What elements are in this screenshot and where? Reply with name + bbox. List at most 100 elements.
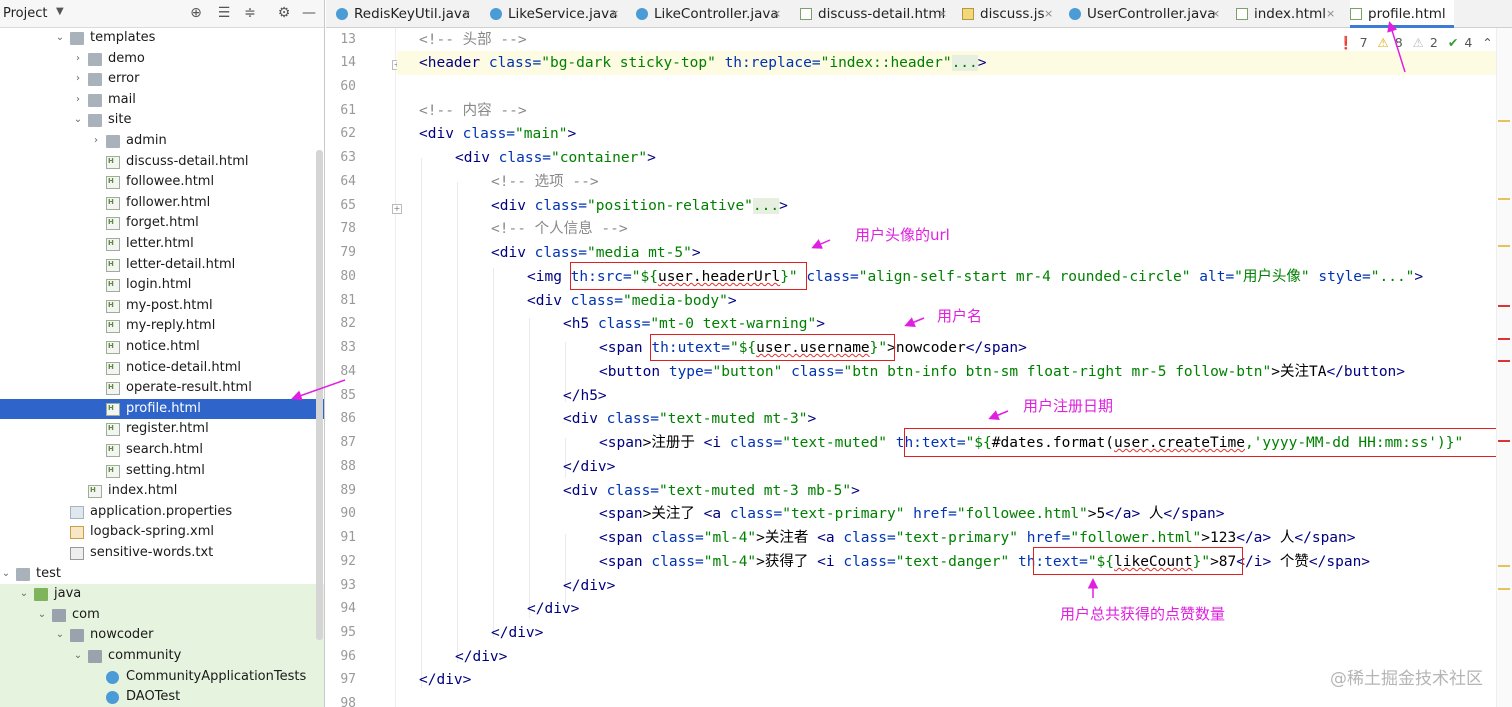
tree-item-login-html[interactable]: Hlogin.html — [0, 275, 324, 296]
tab-likeservice-java[interactable]: LikeService.java × — [490, 0, 624, 28]
code-line-88: </div> — [563, 459, 616, 475]
chevron-down-icon[interactable]: ⌄ — [0, 564, 12, 585]
chevron-right-icon[interactable]: › — [90, 131, 102, 152]
warning-icon: ⚠ — [1377, 35, 1389, 50]
chevron-down-icon[interactable]: ⌄ — [18, 584, 30, 605]
error-marker[interactable] — [1498, 338, 1510, 340]
tree-item-index-html[interactable]: Hindex.html — [0, 481, 324, 502]
html-file-icon: H — [106, 217, 120, 231]
warning-marker[interactable] — [1498, 120, 1510, 122]
close-icon[interactable]: × — [772, 0, 781, 28]
chevron-down-icon[interactable]: ⌄ — [54, 625, 66, 646]
chevron-down-icon[interactable]: ⌄ — [72, 646, 84, 667]
code-editor[interactable]: <!-- 头部 --> <header class="bg-dark stick… — [397, 28, 1497, 707]
warning-marker[interactable] — [1498, 588, 1510, 590]
html-file-icon: H — [106, 341, 120, 354]
tree-item-profile-html[interactable]: Hprofile.html — [0, 398, 324, 420]
tree-item-letter-html[interactable]: Hletter.html — [0, 234, 324, 255]
tree-item-discuss-detail-html[interactable]: Hdiscuss-detail.html — [0, 152, 324, 173]
tree-item-register-html[interactable]: Hregister.html — [0, 419, 324, 440]
folder-icon — [88, 93, 102, 107]
tab-profile-html[interactable]: profile.html — [1350, 0, 1454, 28]
tree-item-label: search.html — [126, 442, 203, 457]
tree-item-search-html[interactable]: Hsearch.html — [0, 440, 324, 461]
tree-item-site[interactable]: ⌄ site — [0, 110, 324, 131]
tree-item-my-reply-html[interactable]: Hmy-reply.html — [0, 316, 324, 337]
tree-item-label: nowcoder — [90, 627, 154, 643]
close-icon[interactable]: × — [1326, 0, 1335, 28]
tab-likecontroller-java[interactable]: LikeController.java × — [636, 0, 786, 28]
close-icon[interactable]: × — [610, 0, 619, 28]
chevron-down-icon[interactable]: ⌄ — [36, 605, 48, 626]
highlight-box-create-time — [904, 428, 1497, 457]
tree-item-nowcoder[interactable]: ⌄ nowcoder — [0, 625, 324, 646]
editor-scrollbar[interactable] — [1496, 28, 1512, 707]
chevron-right-icon[interactable]: › — [72, 90, 84, 111]
tree-item-sensitive-words-txt[interactable]: sensitive-words.txt — [0, 543, 324, 564]
expand-all-icon[interactable]: ☰ — [215, 4, 233, 22]
error-marker[interactable] — [1498, 440, 1510, 442]
tree-item-admin[interactable]: › admin — [0, 131, 324, 152]
tab-rediskeyutil-java[interactable]: RedisKeyUtil.java × — [336, 0, 476, 28]
tab-usercontroller-java[interactable]: UserController.java × — [1069, 0, 1225, 28]
close-icon[interactable]: × — [1044, 0, 1053, 28]
tree-item-mail[interactable]: › mail — [0, 90, 324, 111]
error-marker[interactable] — [1498, 305, 1510, 307]
tree-item-setting-html[interactable]: Hsetting.html — [0, 461, 324, 482]
code-line-92: <span class="ml-4">获得了 <i class="text-da… — [599, 554, 1371, 570]
warning-marker[interactable] — [1498, 245, 1510, 247]
annotation-avatar-url: 用户头像的url — [855, 226, 950, 244]
chevron-right-icon[interactable]: › — [72, 69, 84, 90]
tree-item-notice-detail-html[interactable]: Hnotice-detail.html — [0, 358, 324, 379]
js-file-icon — [962, 8, 974, 20]
chevron-up-icon[interactable]: ⌃ — [1482, 35, 1492, 50]
tree-item-label: discuss-detail.html — [126, 153, 249, 169]
tree-item-com[interactable]: ⌄ com — [0, 604, 324, 626]
tree-item-notice-html[interactable]: Hnotice.html — [0, 337, 324, 358]
code-line-90: <span>关注了 <a class="text-primary" href="… — [599, 506, 1225, 522]
tree-item-my-post-html[interactable]: Hmy-post.html — [0, 296, 324, 317]
tree-item-label: admin — [126, 133, 167, 148]
java-file-icon — [636, 8, 648, 20]
tree-item-community[interactable]: ⌄ community — [0, 646, 324, 667]
code-line-62: <div class="main"> — [419, 126, 577, 142]
line-number: 92 — [340, 554, 356, 569]
tree-item-daotest[interactable]: DAOTest — [0, 687, 324, 707]
inspection-widget[interactable]: ❗7 ⚠8 ⚠2 ✔4 ⌃ ⌄ — [1338, 35, 1512, 51]
minimize-icon[interactable]: — — [300, 4, 318, 22]
tree-item-letter-detail-html[interactable]: Hletter-detail.html — [0, 255, 324, 276]
tree-item-error[interactable]: › error — [0, 69, 324, 90]
warning-marker[interactable] — [1498, 198, 1510, 200]
error-marker[interactable] — [1498, 360, 1510, 362]
tree-item-follower-html[interactable]: Hfollower.html — [0, 193, 324, 214]
tree-item-application-properties[interactable]: application.properties — [0, 502, 324, 523]
collapse-all-icon[interactable]: ≑ — [241, 4, 259, 22]
chevron-down-icon[interactable]: ▼ — [56, 6, 64, 17]
tree-item-communityapplicationtests[interactable]: CommunityApplicationTests — [0, 666, 324, 688]
line-number: 93 — [340, 578, 356, 593]
tree-item-logback-spring-xml[interactable]: logback-spring.xml — [0, 522, 324, 543]
project-title[interactable]: Project — [3, 6, 47, 21]
html-file-icon: H — [106, 238, 120, 251]
gear-icon[interactable]: ⚙ — [275, 4, 293, 22]
sidebar-scrollbar[interactable] — [316, 150, 323, 640]
close-icon[interactable]: × — [462, 0, 471, 28]
tree-item-java[interactable]: ⌄ java — [0, 584, 324, 605]
tree-item-test[interactable]: ⌄ test — [0, 564, 324, 585]
tree-item-demo[interactable]: › demo — [0, 49, 324, 70]
tree-item-forget-html[interactable]: Hforget.html — [0, 213, 324, 234]
locate-icon[interactable]: ⊕ — [187, 4, 205, 22]
tab-discuss-detail-html[interactable]: discuss-detail.html × — [800, 0, 952, 28]
tree-item-operate-result-html[interactable]: Hoperate-result.html — [0, 378, 324, 399]
chevron-down-icon[interactable]: ⌄ — [72, 110, 84, 131]
tab-index-html[interactable]: index.html × — [1236, 0, 1340, 28]
close-icon[interactable]: × — [938, 0, 947, 28]
tab-discuss-js[interactable]: discuss.js × — [962, 0, 1058, 28]
chevron-right-icon[interactable]: › — [72, 49, 84, 70]
tree-item-templates[interactable]: ⌄ templates — [0, 28, 324, 49]
close-icon[interactable]: × — [1211, 0, 1220, 28]
tree-item-followee-html[interactable]: Hfollowee.html — [0, 172, 324, 193]
warning-marker[interactable] — [1498, 565, 1510, 567]
tab-label: RedisKeyUtil.java — [354, 6, 471, 22]
chevron-down-icon[interactable]: ⌄ — [54, 28, 66, 49]
